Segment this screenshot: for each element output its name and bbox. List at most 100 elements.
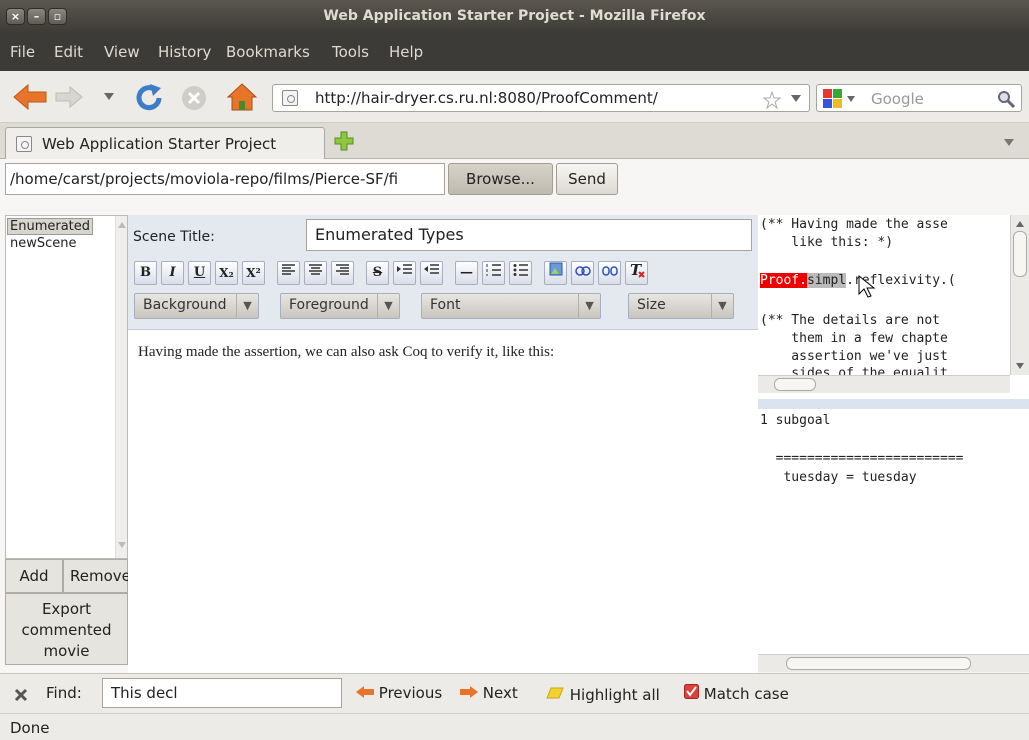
add-scene-button[interactable]: Add — [5, 559, 63, 593]
url-text[interactable]: http://hair-dryer.cs.ru.nl:8080/ProofCom… — [315, 89, 658, 107]
foreground-dropdown-icon: ▼ — [377, 294, 399, 318]
menu-help[interactable]: Help — [389, 43, 423, 61]
subscript-button[interactable]: X₂ — [215, 261, 238, 285]
scene-item-enumerated[interactable]: Enumerated — [7, 218, 94, 235]
export-label-line3: movie — [43, 642, 90, 660]
justify-right-icon[interactable] — [331, 261, 354, 285]
unordered-list-icon[interactable] — [509, 261, 532, 285]
find-previous-button[interactable]: Previous — [356, 684, 442, 702]
indent-icon[interactable] — [393, 261, 416, 285]
code-line-6: assertion we've just — [760, 349, 948, 364]
close-find-bar-icon[interactable] — [14, 688, 28, 702]
file-path-field[interactable]: /home/carst/projects/moviola-repo/films/… — [5, 163, 445, 195]
highlighter-icon — [546, 687, 564, 699]
new-tab-plus-icon[interactable] — [334, 131, 354, 151]
scene-list[interactable]: Enumerated newScene — [5, 215, 128, 559]
search-icon[interactable] — [997, 90, 1015, 108]
export-commented-movie-button[interactable]: Export commented movie — [5, 593, 128, 665]
search-engine-icon[interactable] — [823, 89, 857, 109]
code-horizontal-scrollbar[interactable] — [758, 375, 1010, 393]
home-icon[interactable] — [226, 82, 258, 112]
code-line-7: sides of the equalit — [760, 366, 948, 375]
foreground-color-select[interactable]: Foreground ▼ — [280, 293, 400, 319]
code-line-5: them in a few chapte — [760, 331, 948, 346]
create-link-icon[interactable] — [571, 261, 594, 285]
tab-list-dropdown-icon[interactable] — [1004, 139, 1014, 147]
url-bar[interactable]: http://hair-dryer.cs.ru.nl:8080/ProofCom… — [272, 84, 810, 112]
goal-hscroll-thumb[interactable] — [786, 657, 971, 670]
find-next-button[interactable]: Next — [460, 684, 518, 702]
justify-left-icon[interactable] — [277, 261, 300, 285]
menu-tools[interactable]: Tools — [332, 43, 369, 61]
match-case-checkbox[interactable]: Match case — [684, 684, 789, 703]
menu-bookmarks[interactable]: Bookmarks — [226, 43, 310, 61]
stop-icon[interactable] — [180, 84, 208, 112]
background-dropdown-icon: ▼ — [236, 294, 258, 318]
code-scroll-up-icon[interactable] — [1016, 221, 1024, 227]
coq-code-pane[interactable]: (** Having made the asse like this: *) P… — [758, 215, 1029, 672]
find-input[interactable]: This decl — [102, 678, 342, 708]
scene-title-input[interactable]: Enumerated Types — [306, 219, 752, 251]
code-scroll-thumb[interactable] — [1013, 231, 1027, 277]
tab-web-application[interactable]: Web Application Starter Project — [5, 127, 325, 159]
editor-body[interactable]: Having made the assertion, we can also a… — [128, 329, 758, 685]
window-titlebar: × – ▫ Web Application Starter Project - … — [0, 0, 1029, 33]
font-select[interactable]: Font ▼ — [421, 293, 601, 319]
proof-processed-highlight: Proof. — [760, 273, 807, 288]
browse-button[interactable]: Browse... — [448, 163, 553, 195]
menu-edit[interactable]: Edit — [54, 43, 83, 61]
find-label: Find: — [46, 684, 82, 702]
site-identity-icon[interactable] — [282, 90, 298, 106]
menubar: File Edit View History Bookmarks Tools H… — [0, 33, 1029, 71]
code-line-2: like this: *) — [760, 235, 894, 250]
outdent-icon[interactable] — [420, 261, 443, 285]
justify-center-icon[interactable] — [304, 261, 327, 285]
export-label-line2: commented — [21, 621, 112, 639]
previous-arrow-icon — [356, 686, 374, 698]
reload-icon[interactable] — [134, 83, 164, 113]
background-color-select[interactable]: Background ▼ — [134, 293, 259, 319]
superscript-button[interactable]: X² — [242, 261, 265, 285]
url-dropdown-icon[interactable] — [791, 95, 801, 103]
menu-view[interactable]: View — [104, 43, 140, 61]
scroll-up-icon[interactable] — [118, 222, 126, 228]
code-vertical-scrollbar[interactable] — [1010, 215, 1029, 375]
underline-button[interactable]: U — [188, 261, 211, 285]
scene-editor: Scene Title: Enumerated Types B I U X₂ X… — [128, 215, 758, 685]
background-select-label: Background — [143, 297, 227, 313]
forward-arrow-icon[interactable] — [54, 85, 84, 109]
search-box[interactable]: Google — [816, 84, 1022, 112]
strikethrough-button[interactable]: S — [366, 261, 389, 285]
menu-file[interactable]: File — [10, 43, 35, 61]
bookmark-star-icon[interactable] — [763, 91, 781, 109]
goal-horizontal-scrollbar[interactable] — [758, 654, 1029, 672]
scroll-down-icon[interactable] — [118, 542, 126, 548]
foreground-select-label: Foreground — [289, 297, 369, 313]
history-dropdown-icon[interactable] — [104, 93, 114, 101]
font-dropdown-icon: ▼ — [578, 294, 600, 318]
highlight-all-label: Highlight all — [569, 686, 660, 704]
match-case-label: Match case — [703, 685, 789, 703]
highlight-all-button[interactable]: Highlight all — [545, 684, 660, 704]
scene-item-newscene[interactable]: newScene — [10, 236, 77, 251]
next-arrow-icon — [460, 686, 478, 698]
bold-button[interactable]: B — [134, 261, 157, 285]
editor-comment-text[interactable]: Having made the assertion, we can also a… — [138, 344, 554, 361]
back-arrow-icon[interactable] — [12, 83, 48, 111]
menu-history[interactable]: History — [158, 43, 211, 61]
scene-list-scrollbar[interactable] — [115, 216, 127, 558]
code-hscroll-thumb[interactable] — [774, 378, 816, 391]
status-text: Done — [10, 719, 50, 737]
size-select[interactable]: Size ▼ — [628, 293, 734, 319]
simpl-current-highlight: simpl — [806, 273, 847, 288]
horizontal-rule-button[interactable]: — — [455, 261, 478, 285]
code-scroll-down-icon[interactable] — [1016, 363, 1024, 369]
remove-scene-button[interactable]: Remove — [63, 559, 131, 593]
pane-splitter[interactable] — [758, 399, 1029, 409]
ordered-list-icon[interactable] — [482, 261, 505, 285]
italic-button[interactable]: I — [161, 261, 184, 285]
remove-format-icon[interactable]: T — [625, 261, 648, 285]
insert-image-icon[interactable] — [544, 261, 567, 285]
send-button[interactable]: Send — [556, 163, 618, 195]
remove-link-icon[interactable] — [598, 261, 621, 285]
